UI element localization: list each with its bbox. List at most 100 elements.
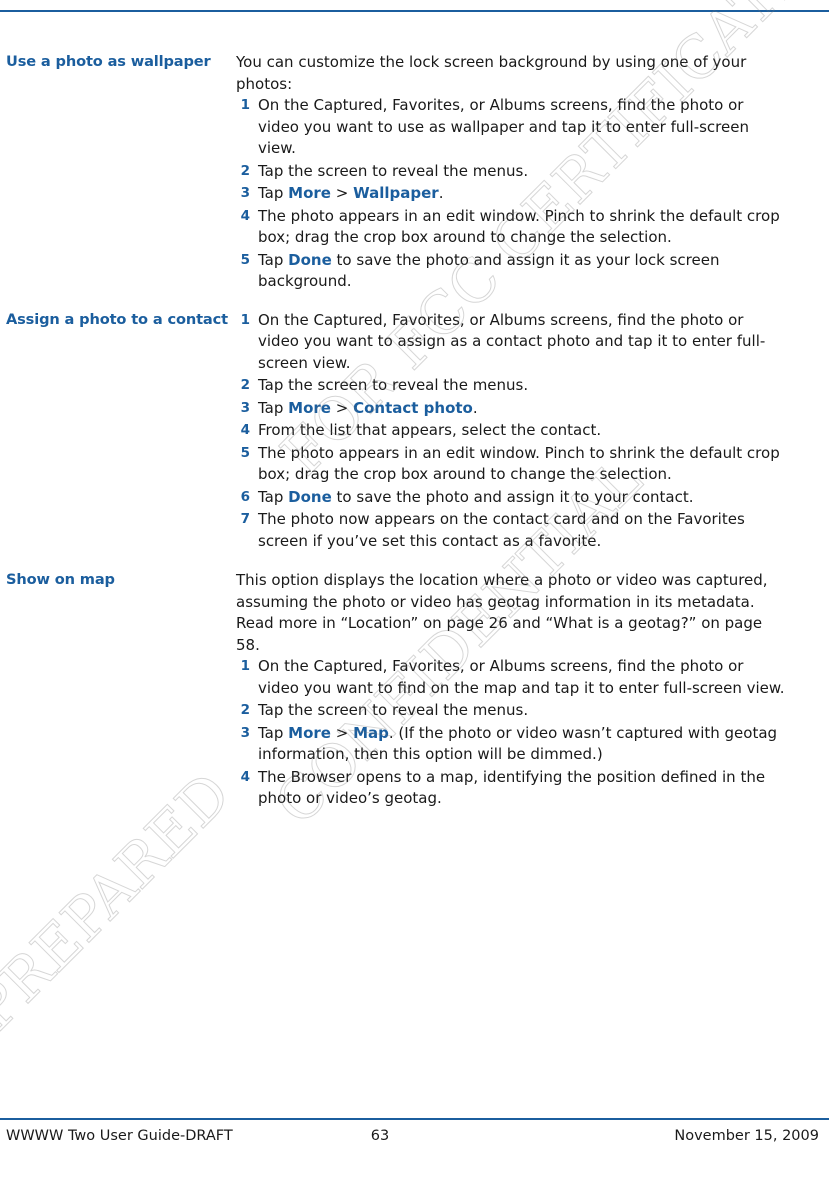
step-item: 2 Tap the screen to reveal the menus. (236, 375, 786, 397)
section-heading: Show on map (6, 571, 115, 588)
step-text-run: The photo appears in an edit window. Pin… (258, 206, 780, 247)
section-heading: Assign a photo to a contact (6, 310, 228, 328)
step-text-run: Tap (258, 184, 289, 202)
step-text: The Browser opens to a map, identifying … (258, 768, 765, 808)
step-text: Tap Done to save the photo and assign it… (258, 251, 719, 291)
section-body: This option displays the location where … (236, 570, 816, 811)
step-text-run: . (472, 398, 478, 417)
step-text: From the list that appears, select the c… (258, 421, 601, 439)
step-text-run: Tap (258, 398, 289, 417)
step-text: Tap More > Contact photo. (258, 399, 478, 417)
step-number: 4 (240, 768, 250, 785)
step-number: 2 (240, 162, 250, 179)
step-item: 5 Tap Done to save the photo and assign i… (236, 250, 786, 293)
step-text: On the Captured, Favorites, or Albums sc… (258, 96, 749, 157)
section-intro: You can customize the lock screen backgr… (236, 53, 747, 93)
step-text-run: > (330, 398, 354, 417)
section-show-on-map: Show on map This option displays the loc… (0, 570, 829, 811)
step-text-run: On the Captured, Favorites, or Albums sc… (258, 310, 766, 372)
document-page: Use a photo as wallpaper You can customi… (0, 0, 829, 1188)
step-number: 1 (240, 97, 250, 113)
step-text: Tap More > Wallpaper. (258, 184, 443, 202)
step-text-run: On the Captured, Favorites, or Albums sc… (258, 96, 749, 157)
step-item: 7 The photo now appears on the contact ca… (236, 509, 786, 552)
ui-term: Done (288, 487, 332, 506)
page-content: Use a photo as wallpaper You can customi… (0, 52, 829, 811)
ui-term: Done (288, 250, 332, 269)
ui-term: More (288, 723, 331, 742)
page-footer: WWWW Two User Guide-DRAFT 63 November 15… (0, 1128, 829, 1144)
ui-term: Contact photo (353, 398, 473, 417)
step-number: 3 (240, 399, 250, 416)
header-rule (0, 10, 829, 12)
step-text-run: Tap (258, 723, 289, 742)
step-item: 4 The Browser opens to a map, identifying… (236, 767, 786, 810)
footer-rule (0, 1118, 829, 1120)
step-number: 3 (240, 185, 250, 201)
footer-document-title: WWWW Two User Guide-DRAFT (6, 1128, 233, 1144)
step-text-run: Tap the screen to reveal the menus. (258, 161, 529, 180)
step-text-run: Tap (258, 250, 289, 269)
step-text: The photo appears in an edit window. Pin… (258, 207, 780, 247)
step-text: Tap the screen to reveal the menus. (258, 701, 528, 719)
section-heading: Use a photo as wallpaper (6, 53, 211, 70)
step-item: 2 Tap the screen to reveal the menus. (236, 161, 786, 183)
footer-date: November 15, 2009 (674, 1128, 819, 1144)
step-text: Tap the screen to reveal the menus. (258, 162, 528, 180)
step-number: 7 (240, 511, 250, 527)
step-list: 1 On the Captured, Favorites, or Albums s… (236, 310, 786, 553)
step-text: The photo now appears on the contact car… (258, 510, 745, 550)
step-item: 3 Tap More > Contact photo. (236, 398, 786, 420)
step-text-run: From the list that appears, select the c… (258, 421, 602, 439)
step-item: 3 Tap More > Map. (If the photo or video … (236, 723, 786, 766)
step-text: Tap More > Map. (If the photo or video w… (258, 724, 777, 764)
section-body: 1 On the Captured, Favorites, or Albums s… (236, 310, 816, 554)
ui-term: More (288, 184, 331, 202)
step-number: 5 (240, 251, 250, 268)
step-item: 4 The photo appears in an edit window. Pi… (236, 206, 786, 249)
step-text-run: > (330, 184, 354, 202)
step-number: 5 (240, 444, 250, 461)
section-intro: This option displays the location where … (236, 571, 768, 654)
step-list: 1 On the Captured, Favorites, or Albums s… (236, 95, 786, 293)
step-item: 1 On the Captured, Favorites, or Albums s… (236, 656, 786, 699)
step-item: 1 On the Captured, Favorites, or Albums s… (236, 310, 786, 375)
step-text-run: Tap the screen to reveal the menus. (258, 376, 529, 394)
footer-page-number: 63 (370, 1128, 390, 1144)
step-text: The photo appears in an edit window. Pin… (258, 444, 780, 484)
step-text-run: to save the photo and assign it to your … (331, 487, 694, 506)
step-text-run: Tap the screen to reveal the menus. (258, 701, 529, 719)
section-body: You can customize the lock screen backgr… (236, 52, 816, 294)
ui-term: Wallpaper (353, 184, 439, 202)
step-text-run: The photo appears in an edit window. Pin… (258, 443, 780, 484)
step-item: 4 From the list that appears, select the … (236, 420, 786, 442)
step-text-run: On the Captured, Favorites, or Albums sc… (258, 657, 785, 697)
step-item: 3 Tap More > Wallpaper. (236, 183, 786, 205)
step-text-run: The Browser opens to a map, identifying … (258, 767, 766, 808)
step-list: 1 On the Captured, Favorites, or Albums s… (236, 656, 786, 810)
step-number: 4 (240, 422, 250, 438)
step-text-run: > (330, 723, 354, 742)
step-number: 3 (240, 724, 250, 741)
step-item: 1 On the Captured, Favorites, or Albums s… (236, 95, 786, 160)
step-text-run: . (438, 184, 444, 202)
section-use-a-photo-as-wallpaper: Use a photo as wallpaper You can customi… (0, 52, 829, 294)
step-item: 5 The photo appears in an edit window. Pi… (236, 443, 786, 486)
ui-term: Map (353, 723, 389, 742)
step-number: 1 (240, 658, 250, 674)
step-number: 2 (240, 377, 250, 393)
section-assign-a-photo-to-a-contact: Assign a photo to a contact 1 On the Capt… (0, 310, 829, 554)
step-text: Tap the screen to reveal the menus. (258, 376, 528, 394)
step-item: 6 Tap Done to save the photo and assign i… (236, 487, 786, 509)
step-number: 2 (240, 702, 250, 718)
step-text: On the Captured, Favorites, or Albums sc… (258, 657, 785, 697)
step-text-run: Tap (258, 487, 289, 506)
step-number: 1 (240, 311, 250, 328)
step-item: 2 Tap the screen to reveal the menus. (236, 700, 786, 722)
ui-term: More (288, 398, 331, 417)
step-number: 4 (240, 207, 250, 224)
step-text-run: The photo now appears on the contact car… (258, 510, 745, 550)
step-text: On the Captured, Favorites, or Albums sc… (258, 311, 765, 372)
step-number: 6 (240, 488, 250, 505)
step-text: Tap Done to save the photo and assign it… (258, 488, 694, 506)
